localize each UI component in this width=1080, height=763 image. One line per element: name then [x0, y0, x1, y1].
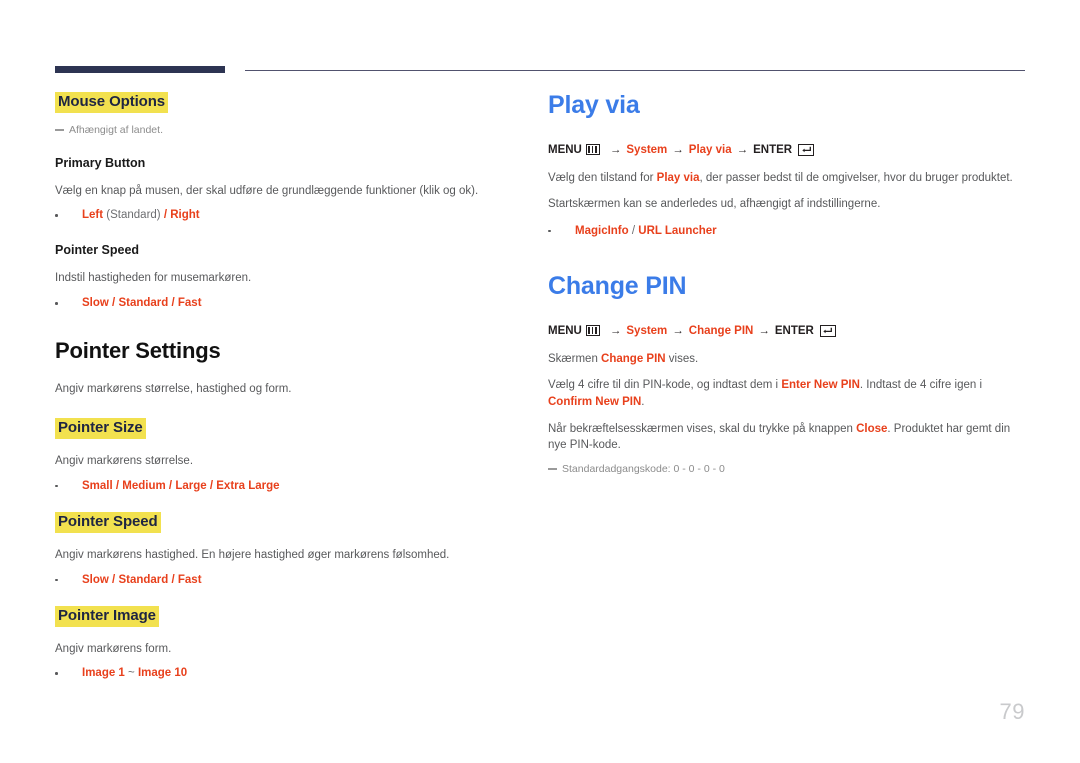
heading-pointer-speed-mouse: Pointer Speed: [55, 243, 140, 258]
option-image-1: Image 1: [82, 667, 125, 680]
option-separator: /: [628, 224, 639, 237]
enter-label: ENTER: [753, 143, 793, 156]
heading-play-via: Play via: [548, 91, 640, 119]
left-column: Mouse Options Afhængigt af landet. Prima…: [55, 92, 535, 681]
options-pointer-size: Small / Medium / Large / Extra Large: [55, 478, 535, 494]
text-play-via-paragraph-1: Vælg den tilstand for Play via, der pass…: [548, 171, 1013, 184]
right-column: Play via MENU → System → Play via → ENTE…: [548, 91, 1028, 477]
option-left-suffix: (Standard): [106, 209, 161, 222]
note-change-pin: Standardadgangskode: 0 - 0 - 0 - 0: [548, 462, 1028, 477]
option-fast: Fast: [177, 573, 202, 586]
header-rule-group: [0, 66, 1080, 80]
inline-term-play-via: Play via: [656, 171, 700, 184]
option-separator: /: [160, 209, 171, 222]
bullet-dot-icon: [55, 672, 58, 675]
option-standard: Standard: [118, 297, 169, 310]
text-pointer-image-description: Angiv markørens form.: [55, 642, 172, 655]
option-slow: Slow: [82, 573, 109, 586]
inline-term-confirm-new-pin: Confirm New PIN: [548, 395, 642, 408]
menu-path-play-via: MENU → System → Play via → ENTER: [548, 142, 1028, 158]
text-pointer-speed-description: Angiv markørens hastighed. En højere has…: [55, 548, 450, 561]
arrow-icon: →: [672, 324, 684, 337]
arrow-icon: →: [736, 143, 749, 156]
text-pointer-size-description: Angiv markørens størrelse.: [55, 455, 194, 468]
options-pointer-speed-mouse: Slow / Standard / Fast: [55, 295, 535, 311]
list-item: Slow / Standard / Fast: [55, 295, 535, 311]
bullet-dot-icon: [55, 578, 58, 582]
heading-mouse-options: Mouse Options: [55, 92, 169, 113]
header-rule-thick: [55, 66, 225, 73]
text-pointer-settings-description: Angiv markørens størrelse, hastighed og …: [55, 383, 292, 396]
text-change-pin-paragraph-2: Vælg 4 cifre til din PIN-kode, og indtas…: [548, 379, 983, 408]
option-large: Large: [175, 479, 207, 492]
header-rule-thin: [245, 70, 1025, 72]
note-dash-icon: [548, 467, 557, 470]
arrow-icon: →: [672, 143, 684, 156]
menu-step-play-via: Play via: [688, 143, 732, 156]
menu-grid-icon: [585, 144, 600, 156]
option-slow: Slow: [82, 297, 109, 310]
note-text: Standardadgangskode: 0 - 0 - 0 - 0: [562, 462, 725, 475]
option-extra-large: Extra Large: [216, 479, 280, 492]
menu-step-system: System: [626, 143, 668, 156]
options-pointer-speed: Slow / Standard / Fast: [55, 572, 535, 588]
text-primary-button-description: Vælg en knap på musen, der skal udføre d…: [55, 184, 479, 197]
heading-pointer-speed: Pointer Speed: [55, 511, 161, 533]
option-magicinfo: MagicInfo: [575, 224, 629, 237]
text-pointer-speed-mouse-description: Indstil hastigheden for musemarkøren.: [55, 272, 252, 285]
options-primary-button: Left (Standard) / Right: [55, 207, 535, 223]
note-text: Afhængigt af landet.: [69, 124, 163, 136]
inline-term-enter-new-pin: Enter New PIN: [781, 379, 860, 392]
arrow-icon: →: [609, 324, 622, 337]
menu-label: MENU: [548, 143, 582, 156]
menu-label: MENU: [548, 324, 582, 337]
list-item: Left (Standard) / Right: [55, 207, 535, 223]
list-item: Image 1 ~ Image 10: [55, 665, 535, 681]
option-url-launcher: URL Launcher: [638, 224, 717, 237]
heading-pointer-settings: Pointer Settings: [55, 338, 221, 364]
option-image-10: Image 10: [137, 667, 188, 680]
text-change-pin-paragraph-1: Skærmen Change PIN vises.: [548, 352, 699, 365]
options-play-via: MagicInfo / URL Launcher: [548, 223, 1028, 239]
option-right: Right: [170, 209, 200, 222]
list-item: Slow / Standard / Fast: [55, 572, 535, 588]
note-dash-icon: [55, 129, 64, 131]
menu-step-change-pin: Change PIN: [688, 324, 754, 337]
option-range-separator: ~: [124, 667, 138, 680]
heading-pointer-image: Pointer Image: [55, 605, 159, 627]
arrow-icon: →: [758, 324, 770, 337]
bullet-dot-icon: [55, 484, 58, 488]
option-fast: Fast: [177, 297, 202, 310]
list-item: MagicInfo / URL Launcher: [548, 223, 1028, 239]
enter-key-icon: [798, 143, 815, 156]
menu-step-system: System: [626, 324, 668, 337]
bullet-dot-icon: [548, 229, 551, 233]
inline-term-close: Close: [856, 422, 888, 435]
arrow-icon: →: [609, 143, 622, 156]
heading-pointer-size: Pointer Size: [55, 418, 146, 440]
list-item: Small / Medium / Large / Extra Large: [55, 478, 535, 494]
option-small: Small: [82, 479, 113, 492]
page-number: 79: [999, 699, 1025, 724]
option-left: Left: [82, 209, 104, 222]
inline-term-change-pin: Change PIN: [601, 352, 666, 365]
note-mouse-options: Afhængigt af landet.: [55, 123, 535, 138]
menu-path-change-pin: MENU → System → Change PIN → ENTER: [548, 323, 1028, 339]
option-medium: Medium: [122, 479, 166, 492]
enter-label: ENTER: [774, 324, 814, 337]
bullet-dot-icon: [55, 302, 58, 305]
heading-change-pin: Change PIN: [548, 272, 687, 301]
document-page: Mouse Options Afhængigt af landet. Prima…: [0, 0, 1080, 763]
heading-primary-button: Primary Button: [55, 155, 146, 170]
options-pointer-image: Image 1 ~ Image 10: [55, 665, 535, 681]
enter-key-icon: [819, 324, 836, 337]
bullet-dot-icon: [55, 214, 58, 217]
text-play-via-paragraph-2: Startskærmen kan se anderledes ud, afhæn…: [548, 198, 881, 211]
option-standard: Standard: [118, 573, 169, 586]
menu-grid-icon: [585, 325, 600, 337]
text-change-pin-paragraph-3: Når bekræftelsesskærmen vises, skal du t…: [548, 422, 1011, 452]
